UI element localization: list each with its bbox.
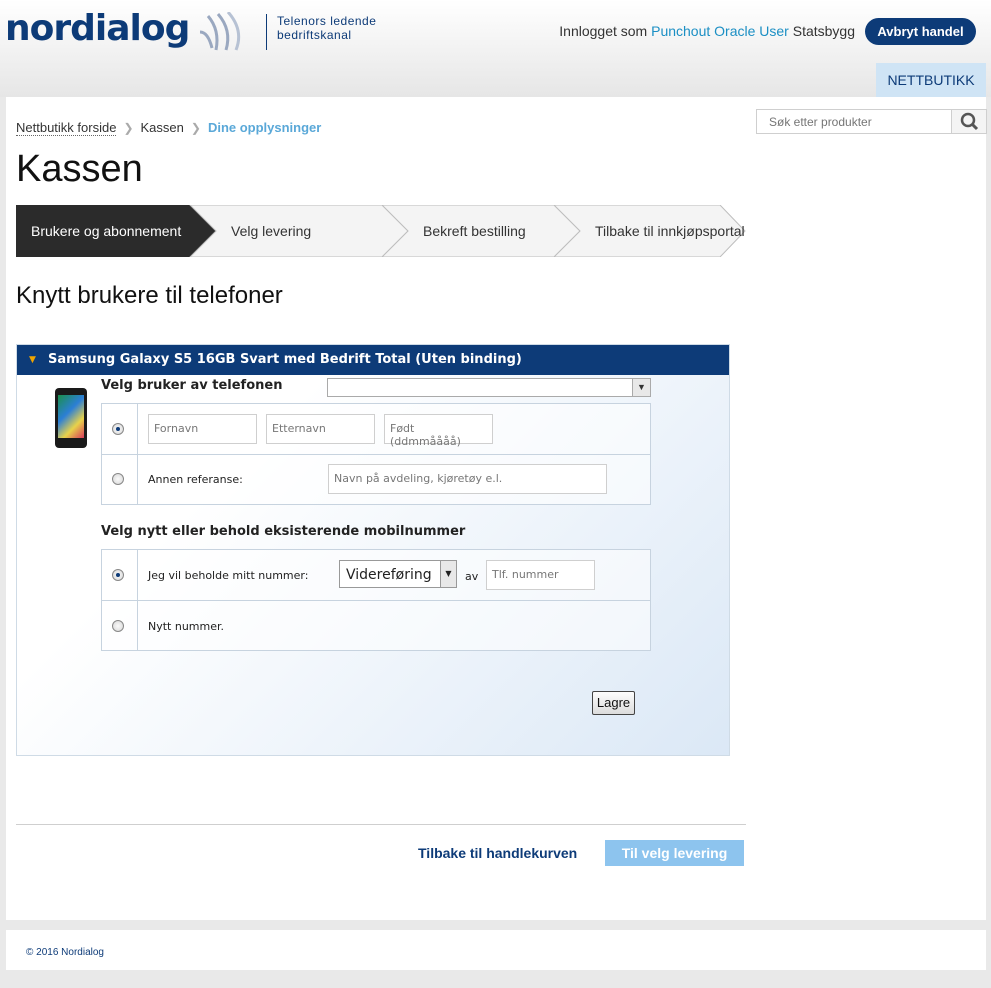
next-delivery-button[interactable]: Til velg levering: [605, 840, 744, 866]
abort-trade-button[interactable]: Avbryt handel: [865, 18, 976, 45]
panel-header[interactable]: ▼ Samsung Galaxy S5 16GB Svart med Bedri…: [17, 345, 729, 375]
tagline: Telenors ledende bedriftskanal: [266, 14, 376, 50]
radio-new-number[interactable]: [112, 620, 124, 632]
phone-number-field[interactable]: Tlf. nummer: [486, 560, 595, 590]
copyright: © 2016 Nordialog: [26, 947, 104, 958]
radio-keep-number[interactable]: [112, 569, 124, 581]
radio-other-reference[interactable]: [112, 473, 124, 485]
checkout-steps: Brukere og abonnement Velg levering Bekr…: [16, 205, 746, 257]
other-reference-label: Annen referanse:: [148, 473, 243, 486]
product-panel: ▼ Samsung Galaxy S5 16GB Svart med Bedri…: [16, 344, 730, 756]
login-prefix: Innlogget som: [559, 23, 648, 39]
number-section-label: Velg nytt eller behold eksisterende mobi…: [101, 524, 466, 539]
search-icon: [960, 112, 979, 131]
firstname-field[interactable]: Fornavn: [148, 414, 257, 444]
step-users-subscription: Brukere og abonnement: [31, 223, 182, 239]
search-button[interactable]: [951, 110, 986, 133]
keep-number-label: Jeg vil beholde mitt nummer:: [148, 569, 309, 582]
footer: © 2016 Nordialog: [6, 930, 986, 970]
tab-nettbutikk[interactable]: NETTBUTIKK: [876, 63, 986, 97]
main-content: Nettbutikk forside ❯ Kassen ❯ Dine opplysnin…: [6, 97, 987, 920]
back-to-cart-link[interactable]: Tilbake til handlekurven: [418, 845, 577, 861]
collapse-triangle-icon[interactable]: ▼: [29, 345, 36, 375]
search-box: [756, 109, 987, 134]
divider: [16, 824, 746, 825]
search-input[interactable]: [757, 110, 947, 133]
page-title: Kassen: [16, 148, 143, 190]
user-select-dropdown[interactable]: ▼: [327, 378, 651, 397]
logo[interactable]: nordialog: [5, 8, 190, 49]
tagline-line2: bedriftskanal: [277, 28, 352, 42]
other-reference-field[interactable]: Navn på avdeling, kjøretøy e.l.: [328, 464, 607, 494]
radio-named-user[interactable]: [112, 423, 124, 435]
login-status: Innlogget som Punchout Oracle User Stats…: [559, 23, 855, 39]
chevron-right-icon: ❯: [123, 121, 134, 135]
chevron-down-icon: ▼: [440, 561, 456, 587]
user-options-box: Fornavn Etternavn Født (ddmmåååå) Annen …: [101, 403, 651, 505]
tagline-line1: Telenors ledende: [277, 14, 377, 28]
user-select-label: Velg bruker av telefonen: [101, 378, 283, 393]
transfer-type-select[interactable]: Videreføring ▼: [339, 560, 457, 588]
chevron-right-icon: ❯: [190, 121, 201, 135]
phone-image: [55, 388, 87, 448]
new-number-label: Nytt nummer.: [148, 620, 225, 633]
breadcrumb-current: Dine opplysninger: [207, 120, 322, 135]
chevron-down-icon: ▼: [632, 379, 650, 396]
number-options-box: Jeg vil beholde mitt nummer: Videreførin…: [101, 549, 651, 651]
step-return-portal: Tilbake til innkjøpsportal: [595, 223, 745, 239]
product-title: Samsung Galaxy S5 16GB Svart med Bedrift…: [48, 352, 522, 367]
birthdate-field[interactable]: Født (ddmmåååå): [384, 414, 493, 448]
top-bar: nordialog Telenors ledende bedriftskanal…: [0, 0, 991, 97]
login-user-link[interactable]: Punchout Oracle User: [651, 23, 789, 39]
av-label: av: [465, 570, 479, 583]
breadcrumb-item-home[interactable]: Nettbutikk forside: [16, 120, 117, 136]
login-org: Statsbygg: [792, 23, 855, 39]
save-button[interactable]: Lagre: [592, 691, 635, 715]
breadcrumb: Nettbutikk forside ❯ Kassen ❯ Dine opplysnin…: [16, 120, 322, 136]
section-title: Knytt brukere til telefoner: [16, 282, 283, 309]
lastname-field[interactable]: Etternavn: [266, 414, 375, 444]
step-delivery: Velg levering: [231, 223, 312, 239]
step-confirm: Bekreft bestilling: [423, 223, 526, 239]
logo-waves-icon: [199, 12, 241, 51]
transfer-type-value: Videreføring: [346, 567, 432, 583]
breadcrumb-item-checkout[interactable]: Kassen: [141, 120, 184, 135]
